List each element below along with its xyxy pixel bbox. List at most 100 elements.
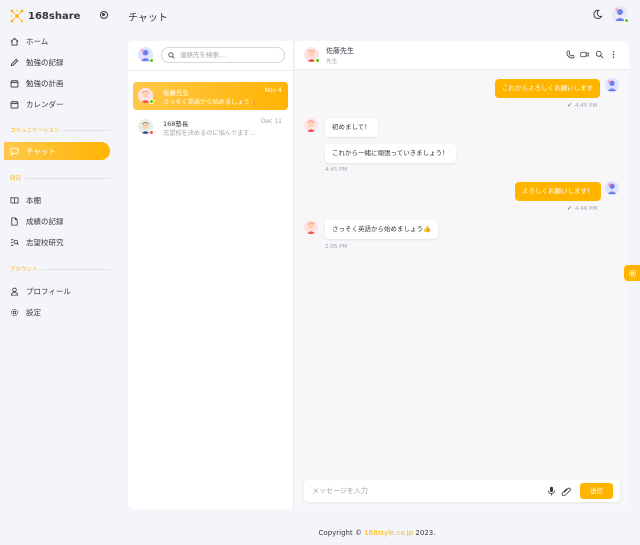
search-list-icon [10, 238, 19, 246]
sidebar-item-study-record[interactable]: 勉強の記録 [4, 53, 110, 71]
contact-date: Dec 11 [260, 118, 282, 125]
message-input[interactable] [312, 484, 532, 498]
my-message-avatar [605, 181, 619, 195]
message-bubble-incoming: さっそく英語から始めましょう👍 [325, 220, 439, 239]
sidebar-item-label: ホーム [26, 36, 49, 46]
sidebar-item-label: プロフィール [26, 286, 71, 296]
sidebar-item-label: チャット [26, 146, 56, 156]
sidebar-item-label: 本棚 [26, 195, 41, 205]
more-vertical-icon[interactable] [609, 50, 618, 59]
contact-item[interactable]: 168塾長 志望校を決めるのに悩んでます… Dec 11 [133, 113, 288, 141]
contact-date: Nov 4 [264, 87, 282, 94]
footer-link[interactable]: 168style.co.jp [364, 529, 413, 537]
chat-icon [10, 147, 19, 156]
message-bubble-outgoing: これからよろしくお願いします [495, 79, 600, 98]
sidebar: 168share ホーム 勉強の記録 勉強の計画 カレンダー コミュニケーション… [0, 0, 118, 545]
sidebar-item-label: 志望校研究 [26, 237, 64, 247]
teacher-avatar-icon [304, 220, 318, 234]
section-label-text: コミュニケーション [10, 128, 60, 134]
avatar-illustration-icon [607, 183, 617, 195]
message-time: 2:05 PM [325, 244, 348, 250]
contact-preview: 志望校を決めるのに悩んでます… [163, 130, 256, 137]
footer-suffix: 2023. [413, 529, 436, 537]
chat-panel: 佐藤先生 先生 これからよろしくお願いします ✔ 4:45 PM 初めまして！ こ… [295, 41, 629, 509]
my-online-dot [149, 58, 154, 63]
sidebar-item-home[interactable]: ホーム [4, 32, 110, 50]
footer: Copyright © 168style.co.jp 2023. [0, 529, 640, 537]
microphone-icon[interactable] [547, 486, 556, 496]
message-time-text: 4:46 PM [575, 206, 598, 212]
home-icon [10, 37, 19, 46]
contact-name: 佐藤先生 [163, 89, 189, 97]
brand[interactable]: 168share [10, 8, 80, 24]
divider [128, 70, 294, 71]
section-label-research: 研究 [10, 174, 110, 182]
read-check-icon: ✔ [567, 205, 573, 212]
message-time: ✔ 4:46 PM [567, 205, 597, 212]
contact-preview: さっそく英語から始めましょう👍 [163, 99, 258, 106]
sidebar-item-grades[interactable]: 成績の記録 [4, 212, 110, 230]
chat-partner-status-dot [315, 58, 320, 63]
calendar-icon [10, 79, 19, 88]
attachment-icon[interactable] [561, 486, 571, 496]
gear-icon [11, 308, 18, 316]
book-icon [10, 196, 19, 204]
chat-header: 佐藤先生 先生 [295, 41, 629, 70]
message-time: ✔ 4:45 PM [567, 102, 597, 109]
user-online-dot [624, 18, 629, 23]
message-time-text: 4:45 PM [575, 103, 598, 109]
section-label-communication: コミュニケーション [10, 126, 110, 134]
footer-prefix: Copyright © [318, 529, 365, 537]
brand-logo-icon [10, 9, 24, 23]
contacts-panel: 佐藤先生 さっそく英語から始めましょう👍 Nov 4 168塾長 志望校を決める… [128, 41, 294, 509]
sidebar-item-school-research[interactable]: 志望校研究 [4, 233, 110, 251]
sidebar-item-label: 設定 [26, 307, 41, 317]
partner-message-avatar [304, 220, 318, 234]
teacher-avatar-icon [304, 118, 318, 132]
read-check-icon: ✔ [567, 102, 573, 109]
video-icon[interactable] [580, 50, 589, 59]
collapse-sidebar-icon[interactable] [100, 11, 108, 19]
sidebar-item-calendar[interactable]: カレンダー [4, 95, 110, 113]
message-bubble-incoming: これから一緒に頑張っていきましょう！ [325, 144, 456, 163]
partner-message-avatar [304, 118, 318, 132]
sidebar-item-study-plan[interactable]: 勉強の計画 [4, 74, 110, 92]
contact-search-input[interactable] [180, 51, 275, 59]
document-icon [11, 216, 18, 226]
search-icon[interactable] [595, 50, 604, 59]
customizer-toggle[interactable] [624, 265, 640, 281]
sidebar-item-profile[interactable]: プロフィール [4, 282, 110, 300]
contact-status-dot [149, 130, 154, 135]
sidebar-item-label: 成績の記録 [26, 216, 64, 226]
message-bubble-incoming: 初めまして！ [325, 118, 378, 137]
pencil-icon [10, 58, 19, 66]
my-message-avatar [605, 78, 619, 92]
search-icon [168, 51, 175, 59]
avatar-illustration-icon [607, 80, 617, 92]
page-title: チャット [128, 13, 168, 24]
sidebar-item-label: 勉強の記録 [26, 57, 64, 67]
contact-search[interactable] [161, 47, 285, 63]
sidebar-item-chat[interactable]: チャット [4, 142, 110, 160]
sidebar-item-settings[interactable]: 設定 [4, 303, 110, 321]
contact-item[interactable]: 佐藤先生 さっそく英語から始めましょう👍 Nov 4 [133, 82, 288, 110]
send-button[interactable]: 送信 [580, 483, 613, 499]
chat-partner-name: 佐藤先生 [326, 47, 354, 55]
person-icon [10, 287, 19, 296]
contact-name: 168塾長 [163, 120, 189, 128]
section-label-account: アカウント [10, 265, 110, 273]
section-label-text: アカウント [10, 267, 38, 273]
message-bubble-outgoing: よろしくお願いします！ [515, 182, 601, 201]
contact-status-dot [149, 99, 154, 104]
calendar-icon [10, 100, 19, 109]
message-composer: 送信 [304, 480, 620, 502]
sidebar-item-label: 勉強の計画 [26, 78, 64, 88]
sidebar-item-bookshelf[interactable]: 本棚 [4, 191, 110, 209]
section-label-text: 研究 [10, 176, 22, 182]
chat-partner-role: 先生 [326, 59, 338, 65]
sidebar-item-label: カレンダー [26, 99, 64, 109]
brand-name: 168share [28, 10, 81, 22]
message-time: 4:45 PM [325, 167, 348, 173]
moon-icon[interactable] [592, 9, 603, 20]
phone-icon[interactable] [566, 50, 575, 59]
